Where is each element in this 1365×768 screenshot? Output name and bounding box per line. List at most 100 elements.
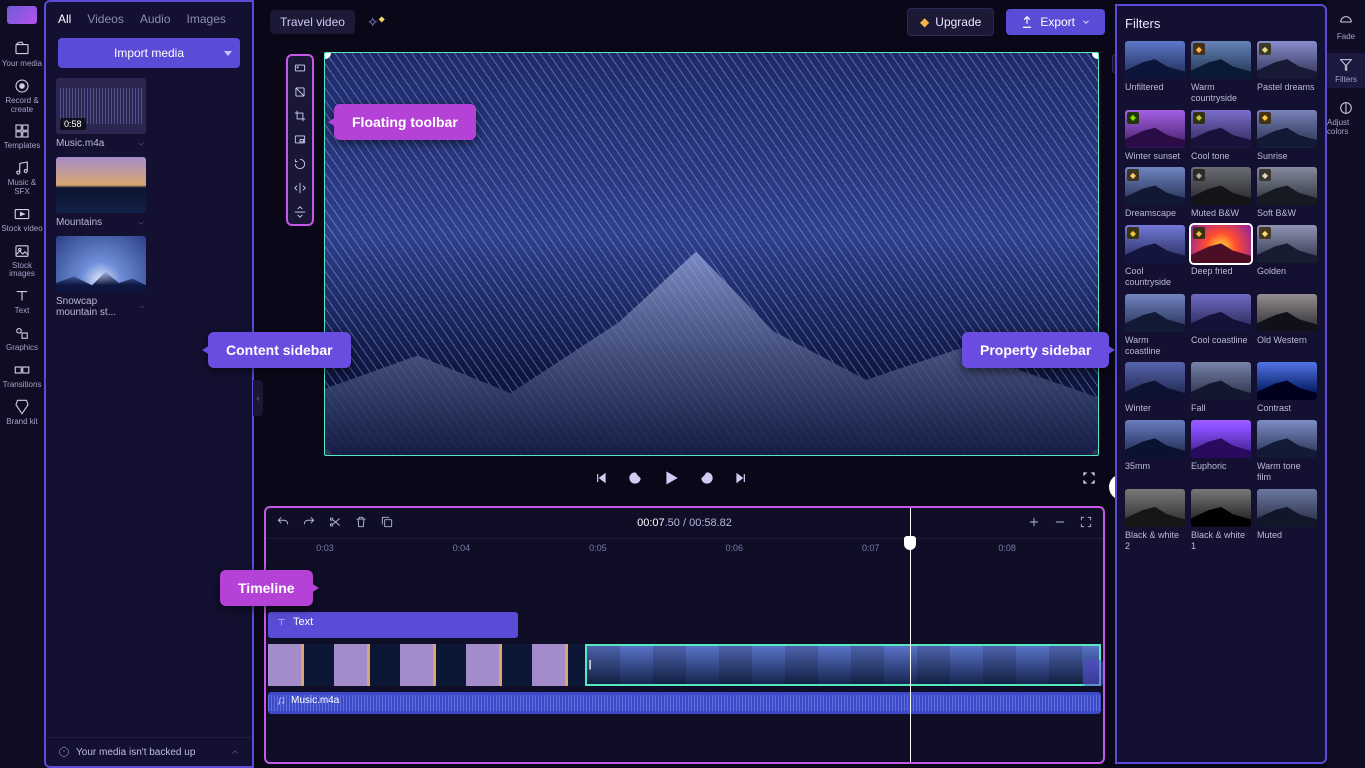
- seek-back-button[interactable]: [627, 470, 643, 491]
- zoom-in-button[interactable]: [1027, 515, 1041, 532]
- filter-cool-tone[interactable]: ◆Cool tone: [1191, 110, 1251, 162]
- filter-fall[interactable]: Fall: [1191, 362, 1251, 414]
- premium-badge-icon: ◆: [1259, 43, 1271, 55]
- skip-end-button[interactable]: [733, 470, 749, 491]
- filter-contrast[interactable]: Contrast: [1257, 362, 1317, 414]
- filter-dreamscape[interactable]: ◆Dreamscape: [1125, 167, 1185, 219]
- tab-audio[interactable]: Audio: [140, 12, 171, 26]
- filter-muted-b-w[interactable]: ◆Muted B&W: [1191, 167, 1251, 219]
- video-track[interactable]: Snowcap mountain stars.png ||: [268, 644, 1101, 686]
- rail-fade[interactable]: Fade: [1327, 10, 1365, 45]
- filter-muted[interactable]: Muted: [1257, 489, 1317, 552]
- filter-deep-fried[interactable]: ◆Deep fried: [1191, 225, 1251, 288]
- tab-all[interactable]: All: [58, 12, 71, 26]
- premium-badge-icon: ◆: [1193, 169, 1205, 181]
- import-media-button[interactable]: Import media: [58, 38, 240, 68]
- audio-track-clip[interactable]: Music.m4a: [268, 692, 1101, 714]
- media-item[interactable]: Mountains: [56, 157, 146, 228]
- pip-icon[interactable]: [292, 132, 308, 148]
- tab-videos[interactable]: Videos: [87, 12, 123, 26]
- zoom-fit-button[interactable]: [1079, 515, 1093, 532]
- filter-warm-tone-film[interactable]: Warm tone film: [1257, 420, 1317, 483]
- nav-stock-video[interactable]: Stock video: [0, 201, 44, 238]
- premium-badge-icon: ◆: [1127, 169, 1139, 181]
- filter-soft-b-w[interactable]: ◆Soft B&W: [1257, 167, 1317, 219]
- callout-content-sidebar: Content sidebar: [208, 332, 351, 368]
- nav-your-media[interactable]: Your media: [0, 36, 44, 73]
- media-item[interactable]: Snowcap mountain st...: [56, 236, 146, 318]
- timecode: 00:07.50 / 00:58.82: [637, 517, 732, 529]
- filter-black-white-1[interactable]: Black & white 1: [1191, 489, 1251, 552]
- nav-templates[interactable]: Templates: [0, 118, 44, 155]
- flip-v-icon[interactable]: [292, 204, 308, 220]
- nav-transitions[interactable]: Transitions: [0, 357, 44, 394]
- play-button[interactable]: [661, 468, 681, 493]
- filter-warm-countryside[interactable]: ◆Warm countryside: [1191, 41, 1251, 104]
- filter-warm-coastline[interactable]: Warm coastline: [1125, 294, 1185, 357]
- resize-handle-bl[interactable]: [324, 449, 331, 456]
- video-clip-snowcap[interactable]: Snowcap mountain stars.png ||: [585, 644, 1101, 686]
- timeline-ruler[interactable]: 0:030:040:050:060:070:08: [266, 538, 1103, 562]
- clip-trim-handle[interactable]: ||: [589, 660, 590, 671]
- magic-tools-icon[interactable]: ✧◆: [367, 14, 385, 31]
- callout-timeline: Timeline: [220, 570, 313, 606]
- filters-heading: Filters: [1125, 16, 1317, 31]
- filter-cool-countryside[interactable]: ◆Cool countryside: [1125, 225, 1185, 288]
- nav-graphics[interactable]: Graphics: [0, 320, 44, 357]
- ruler-tick: 0:05: [589, 543, 607, 553]
- rail-filters[interactable]: Filters: [1327, 53, 1365, 88]
- rotate-icon[interactable]: [292, 156, 308, 172]
- sidebar-collapse-handle[interactable]: ‹: [253, 380, 263, 416]
- skip-start-button[interactable]: [593, 470, 609, 491]
- filter-black-white-2[interactable]: Black & white 2: [1125, 489, 1185, 552]
- remove-bg-icon[interactable]: [292, 84, 308, 100]
- text-track-clip[interactable]: Text: [268, 612, 518, 638]
- upgrade-button[interactable]: ◆Upgrade: [907, 8, 994, 36]
- filter-sunrise[interactable]: ◆Sunrise: [1257, 110, 1317, 162]
- playhead[interactable]: [910, 508, 911, 762]
- project-name-input[interactable]: Travel video: [270, 10, 355, 34]
- video-clip-mountains[interactable]: [268, 644, 585, 686]
- duplicate-button[interactable]: [380, 515, 394, 532]
- resize-handle-tr[interactable]: [1092, 52, 1099, 59]
- flip-h-icon[interactable]: [292, 180, 308, 196]
- crop-icon[interactable]: [292, 108, 308, 124]
- content-sidebar: All Videos Audio Images Import media 0:58Mu…: [44, 0, 254, 768]
- timeline-tracks: Text Snowcap mountain stars.png || Music…: [266, 562, 1103, 722]
- resize-handle-br[interactable]: [1092, 449, 1099, 456]
- filter-35mm[interactable]: 35mm: [1125, 420, 1185, 483]
- filter-winter-sunset[interactable]: ◆Winter sunset: [1125, 110, 1185, 162]
- tab-images[interactable]: Images: [187, 12, 226, 26]
- seek-fwd-button[interactable]: [699, 470, 715, 491]
- resize-handle-tl[interactable]: [324, 52, 331, 59]
- nav-record-create[interactable]: Record & create: [0, 73, 44, 119]
- rail-adjust-colors[interactable]: Adjust colors: [1327, 96, 1365, 140]
- filter-cool-coastline[interactable]: Cool coastline: [1191, 294, 1251, 357]
- media-item[interactable]: 0:58Music.m4a: [56, 78, 146, 149]
- nav-brand-kit[interactable]: Brand kit: [0, 394, 44, 431]
- premium-badge-icon: ◆: [1127, 112, 1139, 124]
- ruler-tick: 0:03: [316, 543, 334, 553]
- nav-stock-images[interactable]: Stock images: [0, 238, 44, 284]
- filter-golden[interactable]: ◆Golden: [1257, 225, 1317, 288]
- filter-old-western[interactable]: Old Western: [1257, 294, 1317, 357]
- timeline-panel: 00:07.50 / 00:58.82 0:030:040:050:060:07…: [264, 506, 1105, 764]
- premium-badge-icon: ◆: [1259, 169, 1271, 181]
- filter-euphoric[interactable]: Euphoric: [1191, 420, 1251, 483]
- undo-button[interactable]: [276, 515, 290, 532]
- backup-warning[interactable]: Your media isn't backed up: [46, 737, 252, 766]
- delete-button[interactable]: [354, 515, 368, 532]
- nav-music-sfx[interactable]: Music & SFX: [0, 155, 44, 201]
- filter-winter[interactable]: Winter: [1125, 362, 1185, 414]
- export-button[interactable]: Export: [1006, 9, 1105, 35]
- premium-badge-icon: ◆: [1193, 227, 1205, 239]
- redo-button[interactable]: [302, 515, 316, 532]
- filter-pastel-dreams[interactable]: ◆Pastel dreams: [1257, 41, 1317, 104]
- floating-toolbar: [286, 54, 314, 226]
- filter-unfiltered[interactable]: Unfiltered: [1125, 41, 1185, 104]
- zoom-out-button[interactable]: [1053, 515, 1067, 532]
- split-button[interactable]: [328, 515, 342, 532]
- nav-text[interactable]: Text: [0, 283, 44, 320]
- frame-icon[interactable]: [292, 60, 308, 76]
- fullscreen-button[interactable]: [1081, 470, 1097, 491]
